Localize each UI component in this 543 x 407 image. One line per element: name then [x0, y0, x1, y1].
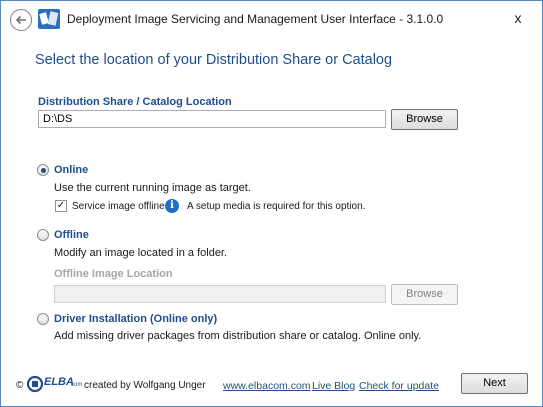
offline-location-label: Offline Image Location — [54, 268, 173, 280]
service-offline-label[interactable]: Service image offline — [72, 201, 165, 212]
page-title: Select the location of your Distribution… — [35, 52, 393, 68]
online-description: Use the current running image as target. — [54, 182, 251, 194]
arrow-left-icon — [15, 15, 26, 25]
copyright-symbol: © — [16, 380, 24, 391]
back-button[interactable] — [10, 9, 32, 31]
next-button[interactable]: Next — [461, 373, 528, 394]
offline-description: Modify an image located in a folder. — [54, 247, 228, 259]
window-title: Deployment Image Servicing and Managemen… — [67, 12, 444, 26]
info-text: A setup media is required for this optio… — [187, 201, 366, 212]
logo-text: ELBA — [44, 376, 74, 388]
driver-description: Add missing driver packages from distrib… — [54, 330, 422, 342]
offline-radio[interactable] — [37, 229, 49, 241]
share-browse-button[interactable]: Browse — [391, 109, 458, 130]
app-icon — [38, 9, 60, 29]
share-location-input[interactable]: D:\DS — [38, 110, 386, 128]
main-window: Deployment Image Servicing and Managemen… — [0, 0, 543, 407]
title-bar: Deployment Image Servicing and Managemen… — [1, 1, 542, 35]
info-icon: i — [165, 199, 179, 213]
offline-browse-button[interactable]: Browse — [391, 284, 458, 305]
logo-suffix: com — [71, 382, 83, 388]
driver-label[interactable]: Driver Installation (Online only) — [54, 313, 217, 325]
created-by: created by Wolfgang Unger — [84, 380, 206, 391]
live-blog-link[interactable]: Live Blog — [312, 380, 355, 392]
online-label[interactable]: Online — [54, 164, 88, 176]
share-location-label: Distribution Share / Catalog Location — [38, 96, 232, 108]
elba-logo-mark-icon — [27, 375, 43, 393]
offline-location-input[interactable] — [54, 285, 386, 303]
service-offline-checkbox[interactable]: ✓ — [55, 200, 67, 212]
offline-label[interactable]: Offline — [54, 229, 89, 241]
check-update-link[interactable]: Check for update — [359, 380, 439, 392]
elba-logo: ELBA com — [27, 374, 83, 394]
driver-radio[interactable] — [37, 313, 49, 325]
website-link[interactable]: www.elbacom.com — [223, 380, 311, 392]
online-radio[interactable] — [37, 164, 49, 176]
close-button[interactable]: x — [509, 9, 527, 27]
